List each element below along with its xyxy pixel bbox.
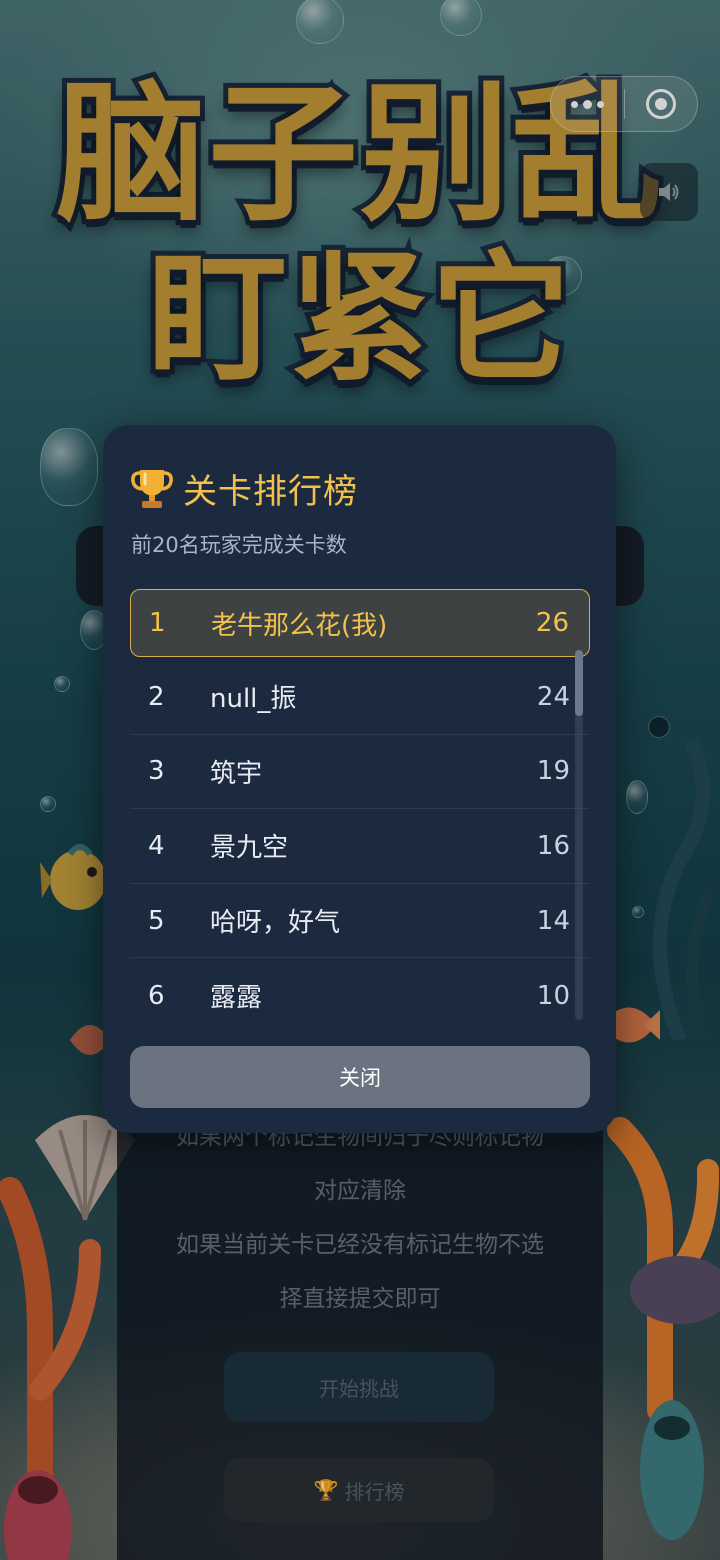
row-player-name: 筑宇 xyxy=(210,758,263,789)
row-player-name: 露露 xyxy=(210,983,263,1014)
leaderboard-row: 3 筑宇 19 xyxy=(130,735,590,810)
leaderboard-modal: 关卡排行榜 前20名玩家完成关卡数 1 老牛那么花(我) 26 2 null_振… xyxy=(103,425,616,1133)
leaderboard-title: 关卡排行榜 xyxy=(183,471,358,512)
leaderboard-row-me: 1 老牛那么花(我) 26 xyxy=(130,589,590,657)
row-player-name: 哈呀，好气 xyxy=(210,908,341,939)
row-rank: 1 xyxy=(149,608,166,638)
row-player-name: null_振 xyxy=(210,684,297,715)
leaderboard-row: 4 景九空 16 xyxy=(130,809,590,884)
leaderboard-row: 2 null_振 24 xyxy=(130,660,590,735)
trophy-icon xyxy=(131,470,173,508)
close-button[interactable]: 关闭 xyxy=(130,1046,590,1108)
row-rank: 3 xyxy=(148,756,165,787)
row-rank: 2 xyxy=(148,681,165,712)
scrollbar-thumb[interactable] xyxy=(575,650,583,716)
leaderboard-list[interactable]: 1 老牛那么花(我) 26 2 null_振 24 3 筑宇 19 4 景九空 … xyxy=(130,589,590,1019)
row-rank: 5 xyxy=(148,905,165,936)
row-player-name: 老牛那么花(我) xyxy=(211,610,388,641)
row-player-name: 景九空 xyxy=(210,833,289,864)
leaderboard-row: 5 哈呀，好气 14 xyxy=(130,884,590,959)
row-rank: 6 xyxy=(148,980,165,1011)
modal-header: 关卡排行榜 xyxy=(131,463,358,513)
leaderboard-row: 6 露露 10 xyxy=(130,958,590,1019)
row-rank: 4 xyxy=(148,830,165,861)
leaderboard-subtitle: 前20名玩家完成关卡数 xyxy=(131,533,347,557)
row-score: 26 xyxy=(535,608,569,638)
